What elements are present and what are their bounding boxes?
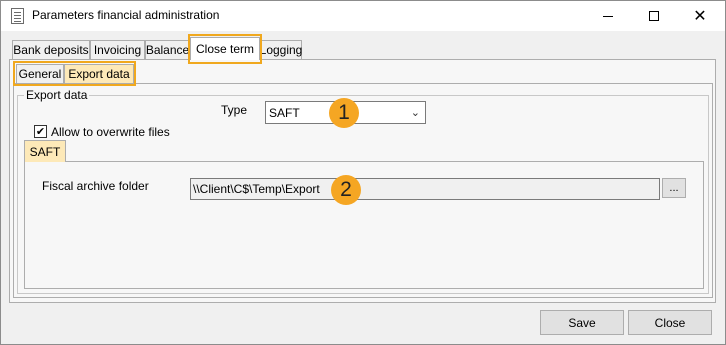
window-title: Parameters financial administration <box>32 8 220 22</box>
tab-saft[interactable]: SAFT <box>24 140 66 162</box>
callout-badge-1: 1 <box>329 98 359 128</box>
tab-close-term[interactable]: Close term <box>190 37 260 60</box>
minimize-icon <box>603 15 613 17</box>
type-select-value: SAFT <box>269 105 300 120</box>
title-bar[interactable]: Parameters financial administration ✕ <box>1 1 725 31</box>
chevron-down-icon: ⌄ <box>410 106 420 119</box>
tab-invoicing[interactable]: Invoicing <box>90 40 145 59</box>
maximize-icon <box>649 11 659 21</box>
close-icon: ✕ <box>693 6 707 25</box>
minimize-button[interactable] <box>585 1 631 31</box>
tab-bank-deposits[interactable]: Bank deposits <box>12 40 90 59</box>
document-icon <box>11 8 24 24</box>
fiscal-folder-label: Fiscal archive folder <box>42 179 149 193</box>
subtab-general[interactable]: General <box>16 64 64 84</box>
overwrite-label: Allow to overwrite files <box>51 125 170 139</box>
checkmark-icon: ✔ <box>35 125 46 138</box>
fiscal-folder-value: \\Client\C$\Temp\Export <box>193 182 320 196</box>
tab-logging[interactable]: Logging <box>260 40 302 59</box>
save-button[interactable]: Save <box>540 310 624 335</box>
tab-balance[interactable]: Balance <box>145 40 190 59</box>
subtab-export-data[interactable]: Export data <box>64 64 134 84</box>
fiscal-folder-input[interactable]: \\Client\C$\Temp\Export <box>190 178 660 200</box>
close-button[interactable]: Close <box>628 310 712 335</box>
maximize-button[interactable] <box>631 1 677 31</box>
browse-button[interactable]: ... <box>662 178 686 198</box>
type-label: Type <box>221 103 248 117</box>
group-legend: Export data <box>24 88 90 102</box>
close-window-button[interactable]: ✕ <box>677 1 723 31</box>
callout-badge-2: 2 <box>331 175 361 205</box>
overwrite-checkbox[interactable]: ✔ <box>34 125 47 138</box>
